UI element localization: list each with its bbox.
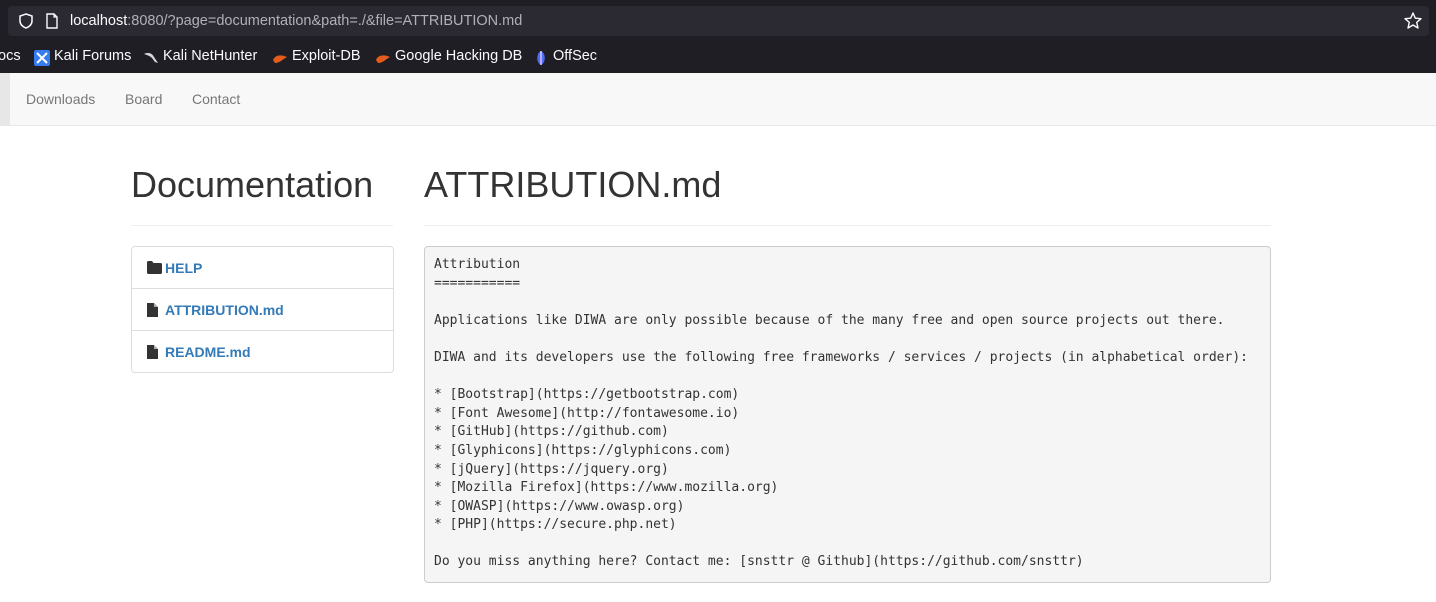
file-icon xyxy=(147,345,158,359)
divider xyxy=(131,225,393,226)
url-host: localhost xyxy=(70,13,128,29)
content-line: * [Mozilla Firefox](https://www.mozilla.… xyxy=(434,480,779,495)
list-item-readme[interactable]: README.md xyxy=(132,331,393,372)
url-path: :8080/?page=documentation&path=./&file=A… xyxy=(127,13,523,29)
bookmark-label: ocs xyxy=(0,48,21,64)
browser-chrome: localhost:8080/?page=documentation&path=… xyxy=(0,0,1436,73)
list-item-help[interactable]: HELP xyxy=(132,247,393,289)
kali-forums-icon xyxy=(34,50,50,66)
shield-icon[interactable] xyxy=(18,13,34,29)
content-line: Attribution xyxy=(434,257,521,272)
offsec-icon xyxy=(537,51,545,65)
content-line: =========== xyxy=(434,276,521,291)
content-line: * [jQuery](https://jquery.org) xyxy=(434,462,669,477)
bookmark-label: Exploit-DB xyxy=(292,48,361,64)
sidebar-title: Documentation xyxy=(131,164,374,205)
content-line: Applications like DIWA are only possible… xyxy=(434,313,1225,328)
site-navbar: Downloads Board Contact xyxy=(0,73,1436,126)
bookmark-label: Google Hacking DB xyxy=(395,48,523,64)
exploitdb-icon xyxy=(273,55,287,63)
list-item-label[interactable]: README.md xyxy=(165,344,251,360)
content-line: * [Bootstrap](https://getbootstrap.com) xyxy=(434,387,740,402)
content-line: * [OWASP](https://www.owasp.org) xyxy=(434,499,685,514)
bookmarks-toolbar: ocs Kali Forums Kali NetHunter Exploit-D… xyxy=(0,44,1436,70)
divider xyxy=(424,225,1271,226)
file-content: Attribution =========== Applications lik… xyxy=(424,246,1271,583)
bookmark-label: Kali Forums xyxy=(54,48,132,64)
list-item-attribution[interactable]: ATTRIBUTION.md xyxy=(132,289,393,331)
content-line: * [Font Awesome](http://fontawesome.io) xyxy=(434,406,740,421)
nethunter-icon xyxy=(144,53,158,63)
bookmark-star-icon[interactable] xyxy=(1403,11,1423,31)
file-title: ATTRIBUTION.md xyxy=(424,164,722,205)
nav-downloads[interactable]: Downloads xyxy=(26,91,95,107)
ghdb-icon xyxy=(376,55,390,63)
list-item-label[interactable]: ATTRIBUTION.md xyxy=(165,302,284,318)
file-list: HELP ATTRIBUTION.md README.md xyxy=(131,246,394,373)
url-text[interactable]: localhost:8080/?page=documentation&path=… xyxy=(70,13,522,29)
content-line: * [PHP](https://secure.php.net) xyxy=(434,517,677,532)
bookmark-label: OffSec xyxy=(553,48,598,64)
content-line: * [Glyphicons](https://glyphicons.com) xyxy=(434,443,732,458)
content-line: DIWA and its developers use the followin… xyxy=(434,350,1248,365)
nav-contact[interactable]: Contact xyxy=(192,91,240,107)
file-icon xyxy=(147,303,158,317)
folder-icon xyxy=(147,261,162,274)
list-item-label[interactable]: HELP xyxy=(165,260,202,276)
bookmark-label: Kali NetHunter xyxy=(163,48,258,64)
address-bar[interactable]: localhost:8080/?page=documentation&path=… xyxy=(8,6,1429,36)
nav-board[interactable]: Board xyxy=(125,91,162,107)
page-icon[interactable] xyxy=(45,13,59,29)
content-line: Do you miss anything here? Contact me: [… xyxy=(434,554,1084,569)
navbar-edge xyxy=(0,73,10,125)
content-line: * [GitHub](https://github.com) xyxy=(434,424,669,439)
